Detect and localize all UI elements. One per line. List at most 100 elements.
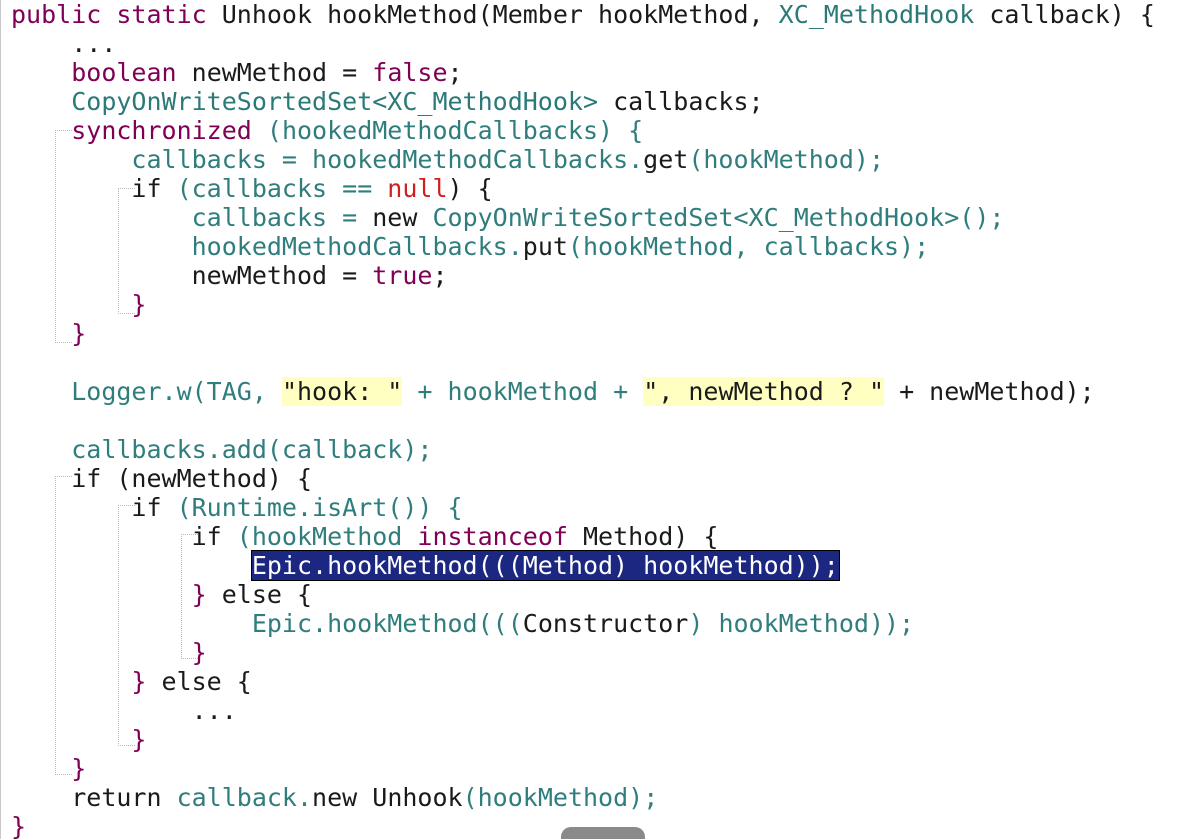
- code-token: if: [131, 493, 177, 522]
- code-token: get: [643, 145, 689, 174]
- code-token: false: [372, 58, 448, 87]
- code-token: callbacks =: [191, 203, 373, 232]
- fold-guide: [118, 505, 135, 746]
- code-token: if: [191, 522, 237, 551]
- code-token: (hookMethod, callbacks);: [567, 232, 930, 261]
- code-line[interactable]: }: [11, 319, 1155, 348]
- code-token: }: [11, 754, 87, 783]
- code-token: (hookMethod);: [688, 145, 884, 174]
- code-token: true: [372, 261, 433, 290]
- code-token: public: [11, 0, 117, 29]
- code-line[interactable]: synchronized (hookedMethodCallbacks) {: [11, 116, 1155, 145]
- code-token: newMethod =: [191, 261, 373, 290]
- code-token: Logger.w(TAG,: [71, 377, 282, 406]
- code-line[interactable]: if (Runtime.isArt()) {: [11, 493, 1155, 522]
- code-view[interactable]: public static Unhook hookMethod(Member h…: [11, 0, 1155, 839]
- code-token: synchronized: [71, 116, 267, 145]
- code-line[interactable]: } else {: [11, 667, 1155, 696]
- code-line[interactable]: [11, 348, 1155, 377]
- code-token: (hookedMethodCallbacks) {: [266, 116, 644, 145]
- code-token: Member: [492, 0, 599, 29]
- code-token: hookedMethodCallbacks.: [191, 232, 523, 261]
- code-token: new: [372, 203, 433, 232]
- code-token: Method: [582, 522, 674, 551]
- code-token: (callbacks ==: [176, 174, 388, 203]
- code-line[interactable]: ...: [11, 696, 1155, 725]
- code-token: if: [71, 464, 117, 493]
- code-token: {: [236, 667, 252, 696]
- code-line[interactable]: boolean newMethod = false;: [11, 58, 1155, 87]
- code-token: return: [71, 783, 177, 812]
- code-token: Epic.hookMethod(((: [251, 609, 523, 638]
- code-line[interactable]: [11, 406, 1155, 435]
- code-token: }: [11, 319, 87, 348]
- code-token: newMethod =: [191, 58, 373, 87]
- code-token: static: [116, 0, 222, 29]
- scroll-handle[interactable]: [561, 827, 645, 839]
- code-line[interactable]: }: [11, 290, 1155, 319]
- fold-guide: [55, 130, 72, 343]
- code-token: XC_MethodHook: [778, 0, 990, 29]
- code-token: (hookMethod);: [462, 783, 659, 812]
- code-token: else: [161, 667, 237, 696]
- code-token: callbacks.add(callback);: [71, 435, 433, 464]
- code-token: ) hookMethod));: [688, 609, 915, 638]
- code-token: Epic.hookMethod(((Method) hookMethod));: [250, 550, 840, 581]
- code-token: callbacks = hookedMethodCallbacks.: [131, 145, 644, 174]
- code-token: }: [11, 812, 27, 839]
- code-token: Unhook: [372, 783, 463, 812]
- code-token: "hook: ": [281, 377, 403, 406]
- code-token: callback.: [176, 783, 313, 812]
- code-token: CopyOnWriteSortedSet<XC_MethodHook>();: [432, 203, 1005, 232]
- code-line[interactable]: callbacks = new CopyOnWriteSortedSet<XC_…: [11, 203, 1155, 232]
- code-line[interactable]: callbacks.add(callback);: [11, 435, 1155, 464]
- code-token: + hookMethod +: [402, 377, 644, 406]
- code-line[interactable]: }: [11, 725, 1155, 754]
- code-token: boolean: [71, 58, 192, 87]
- code-token: Unhook: [221, 0, 328, 29]
- code-token: (: [477, 0, 493, 29]
- fold-guide: [181, 534, 198, 659]
- code-line[interactable]: hookedMethodCallbacks.put(hookMethod, ca…: [11, 232, 1155, 261]
- code-line[interactable]: return callback.new Unhook(hookMethod);: [11, 783, 1155, 812]
- code-token: if: [131, 174, 177, 203]
- code-token: ", newMethod ? ": [643, 377, 885, 406]
- fold-guide: [55, 476, 72, 775]
- code-token: callback: [989, 0, 1110, 29]
- code-line[interactable]: CopyOnWriteSortedSet<XC_MethodHook> call…: [11, 87, 1155, 116]
- code-token: (newMethod) {: [116, 464, 313, 493]
- code-line[interactable]: callbacks = hookedMethodCallbacks.get(ho…: [11, 145, 1155, 174]
- code-line[interactable]: if (newMethod) {: [11, 464, 1155, 493]
- code-token: ) {: [1109, 0, 1155, 29]
- code-line[interactable]: }: [11, 754, 1155, 783]
- code-token: }: [131, 667, 162, 696]
- code-line[interactable]: Logger.w(TAG, "hook: " + hookMethod + ",…: [11, 377, 1155, 406]
- code-token: ;: [447, 58, 463, 87]
- fold-guide: [118, 188, 135, 314]
- code-token: ;: [432, 261, 448, 290]
- code-token: new: [312, 783, 373, 812]
- code-token: }: [11, 638, 207, 667]
- code-token: callbacks;: [613, 87, 764, 116]
- code-line[interactable]: ...: [11, 29, 1155, 58]
- code-line[interactable]: newMethod = true;: [11, 261, 1155, 290]
- code-token: + newMethod);: [884, 377, 1095, 406]
- code-token: (hookMethod: [236, 522, 418, 551]
- code-token: (Runtime.isArt()) {: [176, 493, 463, 522]
- code-token: {: [297, 580, 313, 609]
- code-token: put: [522, 232, 568, 261]
- code-line[interactable]: if (callbacks == null) {: [11, 174, 1155, 203]
- code-line[interactable]: public static Unhook hookMethod(Member h…: [11, 0, 1155, 29]
- code-token: instanceof: [417, 522, 583, 551]
- code-editor[interactable]: public static Unhook hookMethod(Member h…: [0, 0, 1194, 839]
